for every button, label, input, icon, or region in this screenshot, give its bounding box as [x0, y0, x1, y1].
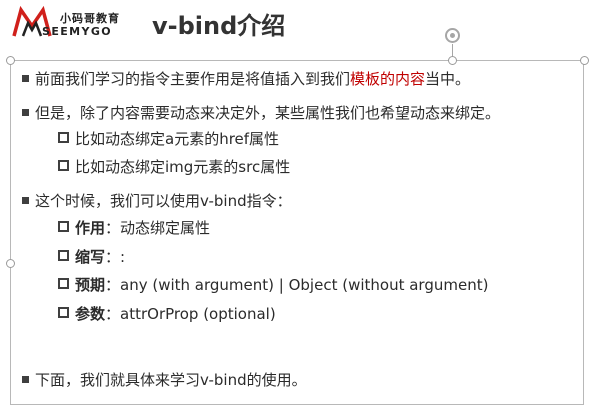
sub-list-item: 缩写：:: [58, 247, 125, 267]
hollow-square-bullet-icon: [58, 160, 69, 171]
sub-list-item: 参数：attrOrProp (optional): [58, 304, 276, 324]
hollow-square-bullet-icon: [58, 250, 69, 261]
hollow-square-bullet-icon: [58, 307, 69, 318]
list-item: 这个时候，我们可以使用v-bind指令：: [22, 191, 292, 211]
square-bullet-icon: [22, 109, 29, 116]
square-bullet-icon: [22, 376, 29, 383]
square-bullet-icon: [22, 75, 29, 82]
hollow-square-bullet-icon: [58, 221, 69, 232]
highlighted-text: 模板的内容: [350, 70, 426, 88]
sub-list-item: 比如动态绑定a元素的href属性: [58, 129, 279, 149]
hollow-square-bullet-icon: [58, 278, 69, 289]
list-item: 前面我们学习的指令主要作用是将值插入到我们模板的内容当中。: [22, 69, 470, 89]
hollow-square-bullet-icon: [58, 132, 69, 143]
square-bullet-icon: [22, 197, 29, 204]
list-item: 下面，我们就具体来学习v-bind的使用。: [22, 370, 307, 390]
slide-body: 前面我们学习的指令主要作用是将值插入到我们模板的内容当中。 但是，除了内容需要动…: [0, 0, 589, 406]
sub-list-item: 比如动态绑定img元素的src属性: [58, 157, 290, 177]
sub-list-item: 作用：动态绑定属性: [58, 218, 210, 238]
sub-list-item: 预期：any (with argument) | Object (without…: [58, 275, 488, 295]
list-item: 但是，除了内容需要动态来决定外，某些属性我们也希望动态来绑定。: [22, 103, 500, 123]
